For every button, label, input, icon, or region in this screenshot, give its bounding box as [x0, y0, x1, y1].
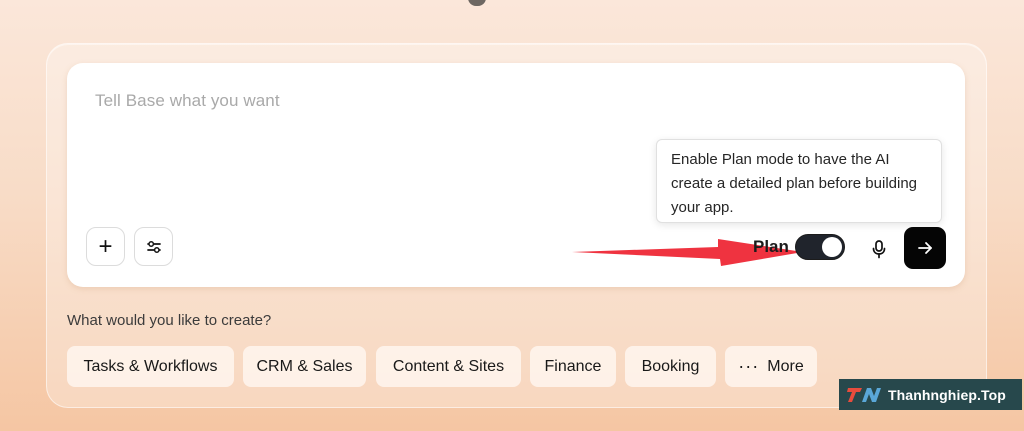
voice-input-button[interactable] [863, 233, 895, 265]
plus-icon: + [98, 232, 113, 260]
toggle-knob [822, 237, 842, 257]
plan-toggle-label: Plan [753, 237, 789, 256]
cropped-heading-fragment [468, 0, 486, 6]
add-attachment-button[interactable]: + [86, 227, 125, 266]
arrow-right-icon [918, 242, 932, 254]
chip-more-label: More [767, 357, 804, 375]
ellipsis-icon: ··· [738, 355, 760, 376]
prompt-card[interactable]: Tell Base what you want + Enable Plan mo… [67, 63, 965, 287]
chip-booking[interactable]: Booking [625, 346, 716, 387]
chip-more[interactable]: ··· More [725, 346, 817, 387]
create-question: What would you like to create? [67, 312, 272, 329]
settings-button[interactable] [134, 227, 173, 266]
chip-tasks-workflows[interactable]: Tasks & Workflows [67, 346, 234, 387]
chip-content-sites[interactable]: Content & Sites [376, 346, 521, 387]
send-button[interactable] [904, 227, 946, 269]
microphone-icon [872, 240, 886, 259]
plan-mode-toggle[interactable] [795, 234, 845, 260]
prompt-placeholder[interactable]: Tell Base what you want [95, 91, 280, 111]
chip-finance[interactable]: Finance [530, 346, 616, 387]
watermark: Thanhnghiep.Top [839, 379, 1022, 410]
sliders-icon [146, 240, 161, 253]
watermark-logo [845, 383, 883, 406]
watermark-text: Thanhnghiep.Top [888, 386, 1006, 403]
chip-crm-sales[interactable]: CRM & Sales [243, 346, 366, 387]
plan-mode-tooltip: Enable Plan mode to have the AI create a… [656, 139, 942, 223]
